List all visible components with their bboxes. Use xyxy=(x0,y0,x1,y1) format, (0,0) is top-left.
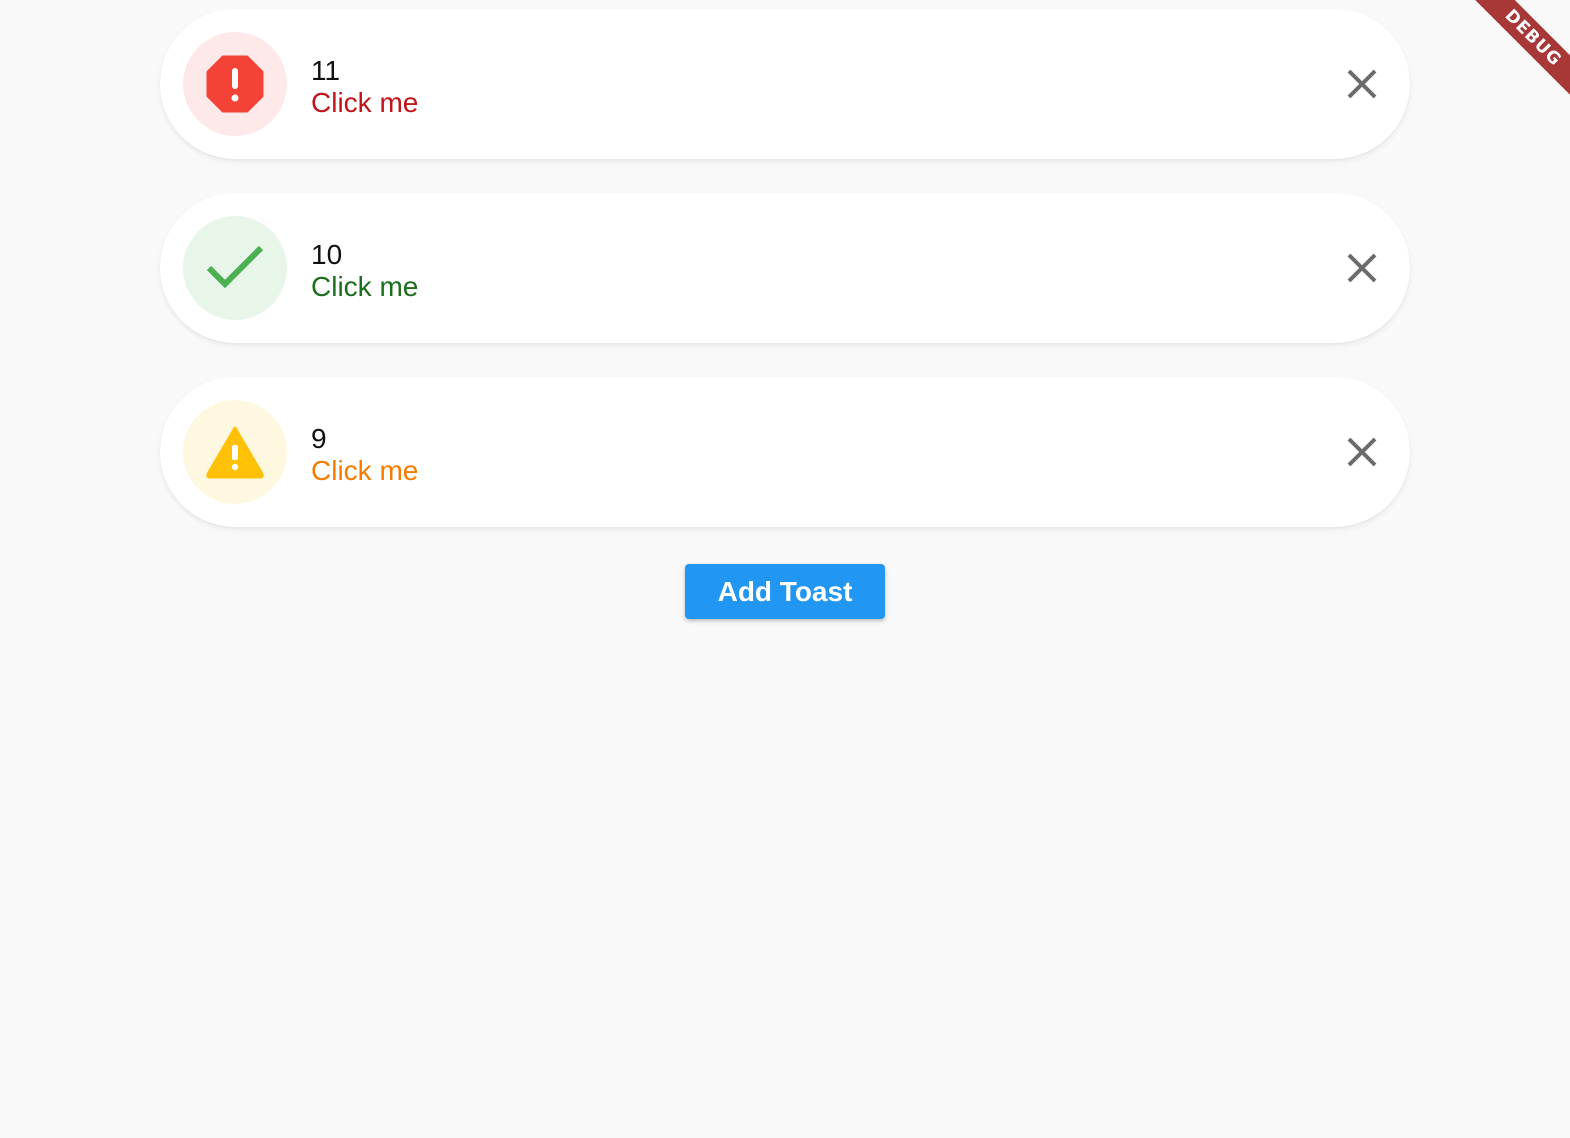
debug-banner: DEBUG xyxy=(1470,0,1570,100)
toast-success[interactable]: 10 Click me xyxy=(160,193,1410,343)
toast-text: 9 Click me xyxy=(311,423,418,487)
toast-action-link[interactable]: Click me xyxy=(311,87,418,119)
warning-triangle-icon xyxy=(206,426,264,479)
toast-count: 11 xyxy=(311,55,341,86)
add-toast-button[interactable]: Add Toast xyxy=(685,564,885,619)
close-icon xyxy=(1347,69,1377,99)
toast-icon-badge xyxy=(183,216,287,320)
toast-count: 9 xyxy=(311,423,327,454)
close-icon xyxy=(1347,437,1377,467)
toast-text: 10 Click me xyxy=(311,239,418,303)
toast-error[interactable]: 11 Click me xyxy=(160,9,1410,159)
app-screen: 11 Click me 10 Click me 9 Click me Add T… xyxy=(0,0,1570,1138)
toast-text: 11 Click me xyxy=(311,55,418,119)
debug-banner-label: DEBUG xyxy=(1470,0,1570,100)
toast-action-link[interactable]: Click me xyxy=(311,455,418,487)
toast-close-button[interactable] xyxy=(1344,434,1380,470)
toast-close-button[interactable] xyxy=(1344,250,1380,286)
toast-icon-badge xyxy=(183,400,287,504)
close-icon xyxy=(1347,253,1377,283)
toast-close-button[interactable] xyxy=(1344,66,1380,102)
check-icon xyxy=(206,245,264,289)
toast-count: 10 xyxy=(311,239,343,270)
toast-icon-badge xyxy=(183,32,287,136)
error-octagon-icon xyxy=(206,55,264,113)
toast-action-link[interactable]: Click me xyxy=(311,271,418,303)
toast-warning[interactable]: 9 Click me xyxy=(160,377,1410,527)
